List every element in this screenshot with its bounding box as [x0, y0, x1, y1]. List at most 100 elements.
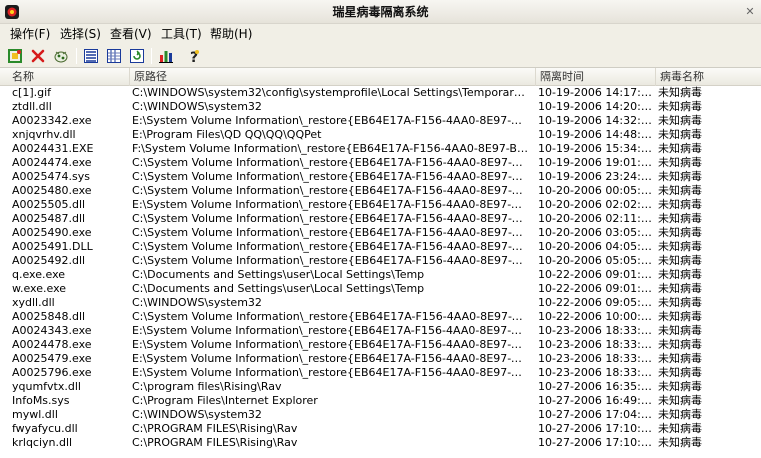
cell-quarantine-time: 10-23-2006 18:33:08 [538, 324, 652, 337]
cell-quarantine-time: 10-19-2006 19:01:59 [538, 156, 652, 169]
column-header-original-path[interactable]: 原路径 [130, 68, 536, 86]
cell-quarantine-time: 10-20-2006 00:05:01 [538, 184, 652, 197]
cell-virus-name: 未知病毒 [658, 436, 702, 449]
cell-name: A0025490.exe [12, 226, 92, 239]
column-header-quarantine-time[interactable]: 隔离时间 [536, 68, 656, 86]
cell-quarantine-time: 10-23-2006 18:33:09 [538, 352, 652, 365]
list-header: 名称 原路径 隔离时间 病毒名称 [0, 68, 761, 86]
cell-virus-name: 未知病毒 [658, 114, 702, 127]
cell-name: A0025480.exe [12, 184, 92, 197]
cell-name: yqumfvtx.dll [12, 380, 81, 393]
cell-quarantine-time: 10-20-2006 04:05:01 [538, 240, 652, 253]
table-row[interactable]: A0025480.exe C:\System Volume Information… [0, 184, 761, 198]
cell-original-path: E:\System Volume Information\_restore{EB… [132, 338, 528, 351]
list-view-icon[interactable] [105, 47, 123, 65]
table-row[interactable]: A0024431.EXE F:\System Volume Information… [0, 142, 761, 156]
table-row[interactable]: A0025490.exe C:\System Volume Information… [0, 226, 761, 240]
table-row[interactable]: A0025796.exe E:\System Volume Information… [0, 366, 761, 380]
table-row[interactable]: krlqciyn.dll C:\PROGRAM FILES\Rising\Rav 1… [0, 436, 761, 450]
virus-scan-icon[interactable] [52, 47, 70, 65]
cell-quarantine-time: 10-23-2006 18:33:10 [538, 366, 652, 379]
cell-virus-name: 未知病毒 [658, 198, 702, 211]
cell-name: InfoMs.sys [12, 394, 70, 407]
cell-original-path: C:\Documents and Settings\user\Local Set… [132, 268, 425, 281]
table-row[interactable]: A0024343.exe E:\System Volume Information… [0, 324, 761, 338]
cell-name: A0024431.EXE [12, 142, 94, 155]
table-row[interactable]: A0025492.dll C:\System Volume Information… [0, 254, 761, 268]
table-row[interactable]: A0025479.exe E:\System Volume Information… [0, 352, 761, 366]
cell-original-path: C:\System Volume Information\_restore{EB… [132, 310, 528, 323]
cell-original-path: C:\program files\Rising\Rav [132, 380, 282, 393]
table-row[interactable]: xnjqvrhv.dll E:\Program Files\QD QQ\QQ\QQ… [0, 128, 761, 142]
menu-view[interactable]: 查看(V) [106, 24, 156, 44]
table-row[interactable]: A0025491.DLL C:\System Volume Information… [0, 240, 761, 254]
cell-name: mywl.dll [12, 408, 58, 421]
table-row[interactable]: A0025505.dll E:\System Volume Information… [0, 198, 761, 212]
toolbar-separator [76, 48, 77, 64]
table-row[interactable]: InfoMs.sys C:\Program Files\Internet Expl… [0, 394, 761, 408]
cell-quarantine-time: 10-19-2006 14:48:15 [538, 128, 652, 141]
cell-virus-name: 未知病毒 [658, 380, 702, 393]
help-icon[interactable]: ? [185, 47, 203, 65]
cell-original-path: C:\WINDOWS\system32 [132, 408, 262, 421]
cell-name: A0025796.exe [12, 366, 92, 379]
cell-virus-name: 未知病毒 [658, 156, 702, 169]
cell-original-path: E:\System Volume Information\_restore{EB… [132, 366, 528, 379]
statistics-icon[interactable] [157, 47, 175, 65]
table-row[interactable]: w.exe.exe C:\Documents and Settings\user\… [0, 282, 761, 296]
cell-name: A0025491.DLL [12, 240, 93, 253]
table-row[interactable]: A0023342.exe E:\System Volume Information… [0, 114, 761, 128]
table-row[interactable]: yqumfvtx.dll C:\program files\Rising\Rav 1… [0, 380, 761, 394]
cell-virus-name: 未知病毒 [658, 100, 702, 113]
cell-original-path: E:\System Volume Information\_restore{EB… [132, 352, 528, 365]
table-row[interactable]: c[1].gif C:\WINDOWS\system32\config\syste… [0, 86, 761, 100]
close-window-button[interactable]: ✕ [741, 3, 759, 21]
table-row[interactable]: A0024474.exe C:\System Volume Information… [0, 156, 761, 170]
cell-virus-name: 未知病毒 [658, 86, 702, 99]
cell-virus-name: 未知病毒 [658, 128, 702, 141]
restore-icon[interactable] [6, 47, 24, 65]
cell-virus-name: 未知病毒 [658, 212, 702, 225]
cell-original-path: C:\System Volume Information\_restore{EB… [132, 254, 528, 267]
cell-name: ztdll.dll [12, 100, 52, 113]
menu-select[interactable]: 选择(S) [56, 24, 105, 44]
column-header-name[interactable]: 名称 [8, 68, 130, 86]
cell-original-path: E:\System Volume Information\_restore{EB… [132, 324, 528, 337]
details-view-icon[interactable] [82, 47, 100, 65]
delete-icon[interactable] [29, 47, 47, 65]
menu-tools[interactable]: 工具(T) [157, 24, 206, 44]
table-row[interactable]: fwyafycu.dll C:\PROGRAM FILES\Rising\Rav 1… [0, 422, 761, 436]
title-bar: 瑞星病毒隔离系统 ✕ [0, 0, 761, 24]
cell-name: A0023342.exe [12, 114, 92, 127]
cell-virus-name: 未知病毒 [658, 240, 702, 253]
table-row[interactable]: xydll.dll C:\WINDOWS\system32 10-22-2006 0… [0, 296, 761, 310]
menu-help[interactable]: 帮助(H) [206, 24, 256, 44]
table-row[interactable]: ztdll.dll C:\WINDOWS\system32 10-19-2006 1… [0, 100, 761, 114]
cell-virus-name: 未知病毒 [658, 268, 702, 281]
table-row[interactable]: q.exe.exe C:\Documents and Settings\user\… [0, 268, 761, 282]
cell-name: q.exe.exe [12, 268, 66, 281]
cell-original-path: C:\System Volume Information\_restore{EB… [132, 184, 528, 197]
table-row[interactable]: A0025474.sys C:\System Volume Information… [0, 170, 761, 184]
cell-original-path: C:\WINDOWS\system32\config\systemprofile… [132, 86, 528, 99]
cell-original-path: C:\System Volume Information\_restore{EB… [132, 226, 528, 239]
table-row[interactable]: mywl.dll C:\WINDOWS\system32 10-27-2006 17… [0, 408, 761, 422]
refresh-icon[interactable] [128, 47, 146, 65]
cell-virus-name: 未知病毒 [658, 310, 702, 323]
cell-virus-name: 未知病毒 [658, 142, 702, 155]
menu-operate[interactable]: 操作(F) [6, 24, 54, 44]
table-row[interactable]: A0024478.exe E:\System Volume Information… [0, 338, 761, 352]
cell-original-path: C:\WINDOWS\system32 [132, 296, 262, 309]
cell-original-path: C:\System Volume Information\_restore{EB… [132, 156, 528, 169]
column-header-virus-name[interactable]: 病毒名称 [656, 68, 761, 86]
cell-name: xnjqvrhv.dll [12, 128, 76, 141]
cell-quarantine-time: 10-19-2006 14:32:18 [538, 114, 652, 127]
cell-original-path: C:\System Volume Information\_restore{EB… [132, 212, 528, 225]
cell-quarantine-time: 10-20-2006 02:02:53 [538, 198, 652, 211]
toolbar-separator [151, 48, 152, 64]
cell-original-path: C:\WINDOWS\system32 [132, 100, 262, 113]
cell-original-path: C:\System Volume Information\_restore{EB… [132, 240, 528, 253]
table-row[interactable]: A0025487.dll C:\System Volume Information… [0, 212, 761, 226]
cell-name: xydll.dll [12, 296, 55, 309]
table-row[interactable]: A0025848.dll C:\System Volume Information… [0, 310, 761, 324]
